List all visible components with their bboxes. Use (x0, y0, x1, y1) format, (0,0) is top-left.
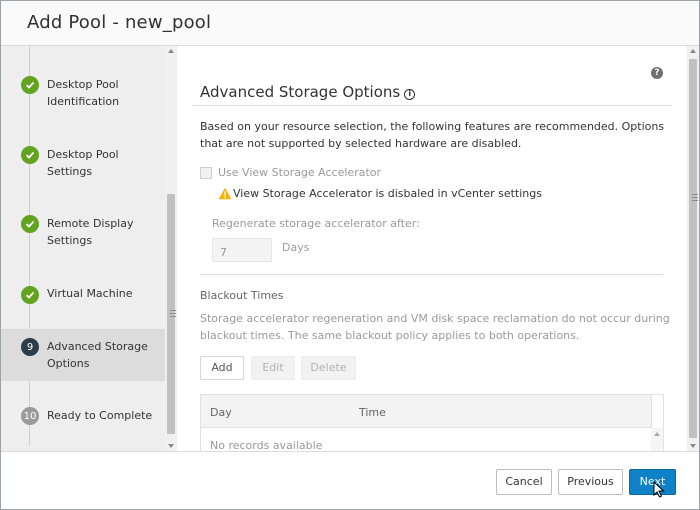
step-label: Advanced Storage Options (47, 340, 148, 370)
cancel-button[interactable]: Cancel (496, 469, 552, 495)
step-number-badge: 10 (21, 407, 39, 425)
scroll-grip (692, 194, 698, 195)
regenerate-label: Regenerate storage accelerator after: (212, 217, 420, 230)
step-label: Virtual Machine (47, 287, 133, 300)
content-scrollbar[interactable] (687, 46, 699, 451)
step-label: Ready to Complete (47, 409, 153, 422)
content-scrollbar-thumb[interactable] (689, 59, 698, 438)
scroll-down-arrow-icon[interactable] (168, 444, 174, 448)
advanced-storage-panel: ? Advanced Storage Options i Based on you… (178, 46, 687, 451)
blackout-times-title: Blackout Times (200, 289, 284, 302)
accelerator-checkbox-row: Use View Storage Accelerator (200, 166, 381, 179)
dialog-header: Add Pool - new_pool (1, 1, 699, 46)
scroll-grip (170, 310, 176, 311)
table-header: Day Time (201, 395, 663, 428)
scroll-grip (692, 197, 698, 198)
scroll-up-arrow-icon[interactable] (168, 49, 174, 53)
section-title-text: Advanced Storage Options (200, 83, 401, 101)
description-text: Based on your resource selection, the fo… (200, 120, 665, 150)
scroll-up-arrow-icon[interactable] (654, 432, 660, 436)
edit-blackout-button[interactable]: Edit (251, 356, 295, 380)
checkmark-icon (21, 146, 39, 164)
accelerator-checkbox-label: Use View Storage Accelerator (218, 166, 382, 179)
scroll-grip (170, 316, 176, 317)
mouse-cursor-icon (653, 481, 665, 498)
step-label: Desktop Pool Identification (47, 78, 120, 108)
empty-table-message: No records available (210, 439, 323, 451)
header-scroll-spacer (651, 395, 663, 428)
divider (200, 274, 663, 275)
warning-text: View Storage Accelerator is disbaled in … (233, 187, 542, 200)
delete-blackout-button[interactable]: Delete (301, 356, 356, 380)
checkmark-icon (21, 286, 39, 304)
step-advanced-storage-options[interactable]: 9 Advanced Storage Options (1, 329, 165, 381)
dialog-title: Add Pool - new_pool (27, 12, 212, 33)
divider (192, 105, 672, 106)
scroll-grip (170, 313, 176, 314)
help-icon[interactable]: ? (651, 67, 663, 79)
scroll-grip (692, 200, 698, 201)
checkmark-icon (21, 215, 39, 233)
info-icon[interactable]: i (404, 89, 416, 100)
step-ready-to-complete[interactable]: 10 Ready to Complete (1, 398, 165, 450)
regenerate-days-input[interactable]: 7 (212, 238, 272, 262)
column-header-day[interactable]: Day (210, 406, 232, 419)
warning-icon (218, 187, 232, 200)
step-label: Desktop Pool Settings (47, 148, 119, 178)
blackout-table: Day Time No records available (200, 394, 664, 451)
page-title: Advanced Storage Options i (200, 83, 416, 101)
wizard-steps-nav: Desktop Pool Identification Desktop Pool… (1, 46, 177, 451)
dialog-footer: Cancel Previous Next (1, 451, 699, 509)
step-label: Remote Display Settings (47, 217, 134, 247)
add-pool-dialog: Add Pool - new_pool Desktop Pool Identif… (0, 0, 700, 510)
accelerator-checkbox[interactable] (200, 166, 212, 179)
step-number-badge: 9 (21, 338, 39, 356)
nav-scrollbar-thumb[interactable] (167, 194, 176, 434)
blackout-description: Storage accelerator regeneration and VM … (200, 312, 670, 342)
step-virtual-machine[interactable]: Virtual Machine (1, 269, 165, 321)
days-unit-label: Days (282, 241, 310, 254)
scroll-up-arrow-icon[interactable] (690, 49, 696, 53)
accelerator-warning: View Storage Accelerator is disbaled in … (218, 187, 542, 200)
add-blackout-button[interactable]: Add (200, 356, 244, 380)
step-desktop-pool-identification[interactable]: Desktop Pool Identification (1, 64, 165, 116)
step-desktop-pool-settings[interactable]: Desktop Pool Settings (1, 133, 165, 185)
scroll-down-arrow-icon[interactable] (690, 444, 696, 448)
table-scrollbar[interactable] (651, 428, 663, 451)
step-remote-display-settings[interactable]: Remote Display Settings (1, 203, 165, 255)
column-header-time[interactable]: Time (359, 406, 386, 419)
previous-button[interactable]: Previous (558, 469, 623, 495)
checkmark-icon (21, 76, 39, 94)
nav-scrollbar[interactable] (165, 46, 177, 451)
